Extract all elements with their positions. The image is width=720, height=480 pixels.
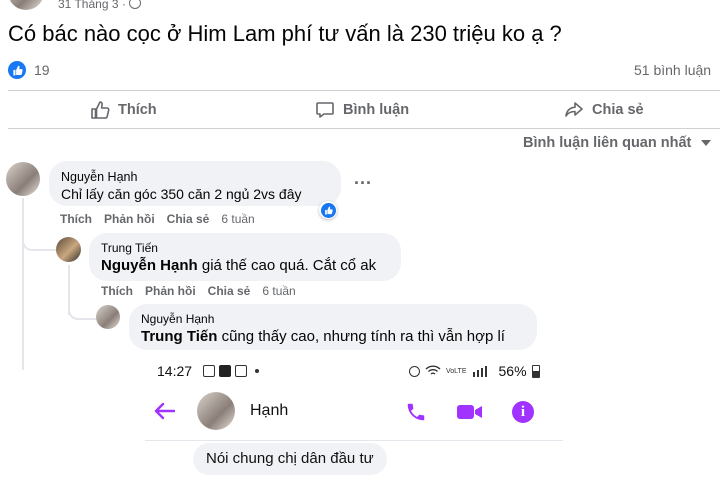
divider-bottom xyxy=(8,128,720,129)
alarm-icon xyxy=(409,365,420,377)
thread-line xyxy=(22,198,24,370)
like-button-label: Thích xyxy=(118,102,157,118)
avatar[interactable] xyxy=(6,162,40,196)
status-system-icons: VoLTE 56% xyxy=(409,363,540,379)
sort-label: Bình luận liên quan nhất xyxy=(523,135,692,151)
phone-icon[interactable] xyxy=(405,401,427,423)
battery-icon xyxy=(531,364,540,378)
share-button-label: Chia sẻ xyxy=(592,102,644,118)
comment-bubble: Trung Tiến Nguyễn Hạnh giá thế cao quá. … xyxy=(89,233,401,281)
comment-reply-link[interactable]: Phản hồi xyxy=(104,212,155,226)
post-date[interactable]: 31 Tháng 3 · xyxy=(58,0,142,11)
globe-icon xyxy=(129,0,142,9)
share-icon xyxy=(565,102,583,117)
d-icon xyxy=(219,365,231,377)
comment-body: cũng thấy cao, nhưng tính ra thì vẫn hợp… xyxy=(217,328,505,345)
comment-reaction-badge[interactable] xyxy=(319,201,337,219)
dot-icon xyxy=(255,369,259,373)
divider-top xyxy=(8,90,720,91)
comment-mention[interactable]: Nguyễn Hạnh xyxy=(101,257,198,274)
like-reaction-icon xyxy=(8,61,26,79)
comment-button[interactable]: Bình luận xyxy=(315,100,409,120)
comment-text: Nguyễn Hạnh giá thế cao quá. Cắt cổ ak xyxy=(101,257,389,274)
comment-time[interactable]: 6 tuần xyxy=(221,212,254,226)
comment-reply-link[interactable]: Phản hồi xyxy=(145,284,196,298)
image-icon xyxy=(235,365,247,377)
comments-count[interactable]: 51 bình luận xyxy=(634,62,711,78)
comment-icon xyxy=(316,102,334,118)
comment-button-label: Bình luận xyxy=(343,102,410,118)
post-title: Có bác nào cọc ở Him Lam phí tư vấn là 2… xyxy=(8,21,562,46)
reactions-count: 19 xyxy=(34,62,50,78)
reactions-summary[interactable]: 19 xyxy=(8,61,50,79)
comment-actions: Thích Phản hồi Chia sẻ 6 tuần xyxy=(60,212,255,226)
comment-sort-dropdown[interactable]: Bình luận liên quan nhất xyxy=(523,135,712,151)
battery-percent: 56% xyxy=(498,363,527,379)
avatar[interactable] xyxy=(56,237,81,262)
header-divider xyxy=(145,440,563,441)
comment-author[interactable]: Nguyễn Hạnh xyxy=(61,170,329,184)
share-button[interactable]: Chia sẻ xyxy=(564,100,644,120)
avatar[interactable] xyxy=(96,305,120,329)
comment-body: giá thế cao quá. Cắt cổ ak xyxy=(197,257,377,274)
reply-connector xyxy=(68,298,96,320)
video-icon[interactable] xyxy=(456,403,484,421)
contact-name[interactable]: Hạnh xyxy=(250,402,288,420)
thumbs-up-icon xyxy=(91,101,110,119)
messenger-screenshot: 14:27 VoLTE 56% Hạnh i Nói chung chị dân… xyxy=(145,355,563,480)
message-bubble: Nói chung chị dân đầu tư xyxy=(193,443,387,475)
chevron-down-icon xyxy=(701,140,712,146)
back-arrow-icon[interactable] xyxy=(153,402,175,420)
comment-like-link[interactable]: Thích xyxy=(60,212,92,226)
post-date-text: 31 Tháng 3 · xyxy=(58,0,130,11)
comment-bubble: Nguyễn Hạnh Trung Tiến cũng thấy cao, nh… xyxy=(129,304,537,350)
comment-author[interactable]: Nguyễn Hạnh xyxy=(141,312,525,326)
gallery-icon xyxy=(203,365,215,377)
status-notification-icons xyxy=(203,365,259,377)
comment-share-link[interactable]: Chia sẻ xyxy=(167,212,210,226)
comment-bubble: Nguyễn Hạnh Chỉ lấy căn góc 350 căn 2 ng… xyxy=(49,161,341,206)
poster-avatar[interactable] xyxy=(8,0,44,10)
info-icon[interactable]: i xyxy=(512,401,534,423)
like-reaction-icon xyxy=(320,202,336,218)
comment-like-link[interactable]: Thích xyxy=(101,284,133,298)
comment-text: Chỉ lấy căn góc 350 căn 2 ngủ 2vs đây xyxy=(61,186,302,202)
like-button[interactable]: Thích xyxy=(90,100,157,120)
message-text: Nói chung chị dân đầu tư xyxy=(206,450,374,467)
comment-actions: Thích Phản hồi Chia sẻ 6 tuần xyxy=(101,284,296,298)
reply-connector xyxy=(22,225,56,251)
comment-share-link[interactable]: Chia sẻ xyxy=(208,284,251,298)
status-time: 14:27 xyxy=(157,363,193,379)
lte-icon: VoLTE xyxy=(446,367,467,375)
contact-avatar[interactable] xyxy=(197,392,235,430)
comment-mention[interactable]: Trung Tiến xyxy=(141,328,217,345)
comment-time[interactable]: 6 tuần xyxy=(262,284,295,298)
comment-author[interactable]: Trung Tiến xyxy=(101,241,389,255)
signal-icon xyxy=(472,366,487,377)
wifi-icon xyxy=(425,365,441,375)
comment-more-options[interactable]: ... xyxy=(354,168,372,189)
comment-text: Trung Tiến cũng thấy cao, nhưng tính ra … xyxy=(141,328,525,345)
